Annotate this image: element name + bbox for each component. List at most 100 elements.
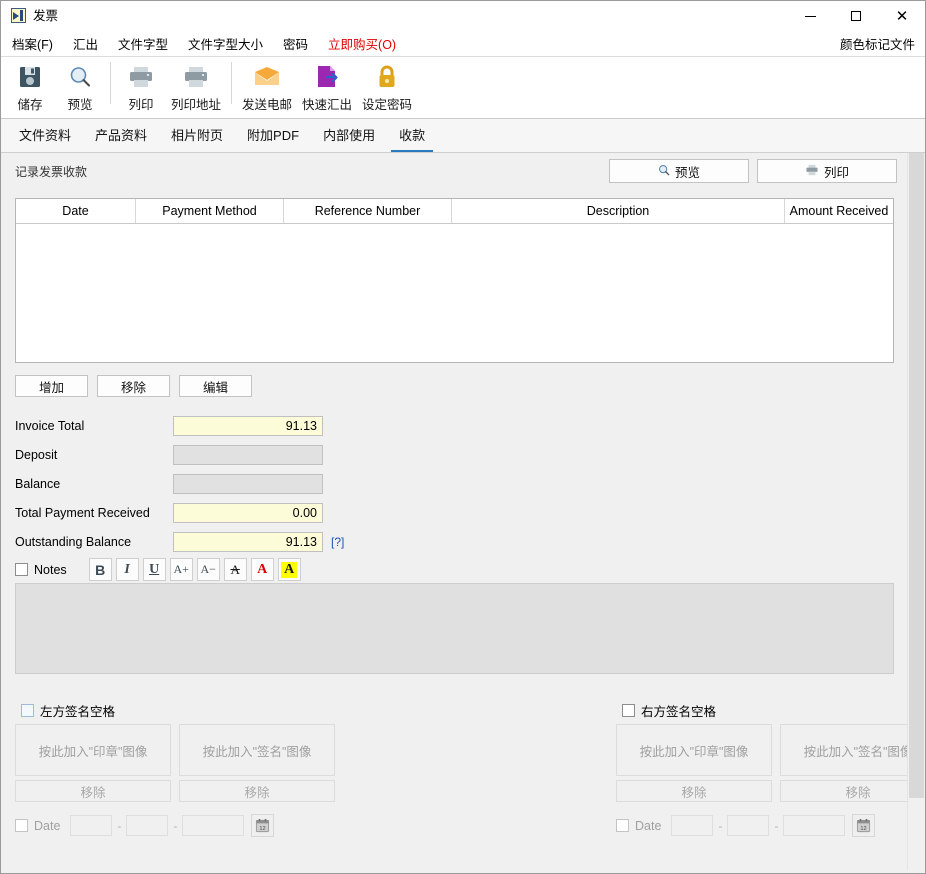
highlight-color-glyph: A	[281, 561, 298, 578]
right-date-checkbox[interactable]	[616, 819, 629, 832]
left-signature-checkbox[interactable]	[21, 703, 34, 717]
edit-payment-button[interactable]: 编辑	[179, 375, 252, 397]
toolbar: 储存 预览 列印 列印地址 发送电邮 快速汇出 设定密码	[1, 57, 925, 119]
left-sign-remove-button[interactable]: 移除	[179, 780, 335, 802]
bold-icon[interactable]: B	[88, 558, 112, 581]
left-date-part-3[interactable]	[182, 815, 245, 836]
tab-photo-attachment[interactable]: 相片附页	[159, 119, 235, 152]
right-sign-remove-button[interactable]: 移除	[780, 780, 925, 802]
underline-icon[interactable]: U	[142, 558, 166, 581]
payments-header-buttons: 预览 列印	[609, 159, 897, 183]
preview-button[interactable]: 预览	[609, 159, 749, 183]
add-payment-label: 增加	[38, 380, 64, 395]
column-header-description[interactable]: Description	[452, 199, 785, 223]
right-stamp-dropzone[interactable]: 按此加入"印章"图像	[616, 724, 772, 776]
font-color-glyph: A	[257, 561, 268, 577]
payments-pane: 记录发票收款 预览 列印 Date Payment Method Referen…	[1, 153, 925, 870]
maximize-button[interactable]	[833, 1, 879, 31]
notes-textarea[interactable]	[15, 583, 894, 674]
vertical-scrollbar[interactable]	[907, 153, 925, 870]
payments-table[interactable]: Date Payment Method Reference Number Des…	[15, 198, 894, 363]
left-date-part-1[interactable]	[70, 815, 113, 836]
strikethrough-icon[interactable]: A	[223, 558, 247, 581]
toolbar-print-address-button[interactable]: 列印地址	[166, 57, 226, 114]
toolbar-set-password-button[interactable]: 设定密码	[357, 57, 417, 114]
left-stamp-column: 按此加入"印章"图像 移除	[15, 724, 171, 802]
menu-document-font-size[interactable]: 文件字型大小	[179, 31, 272, 56]
column-header-amount-received[interactable]: Amount Received	[785, 199, 893, 223]
column-header-payment-method[interactable]: Payment Method	[136, 199, 284, 223]
font-color-icon[interactable]: A	[250, 558, 274, 581]
left-date-part-2[interactable]	[126, 815, 169, 836]
bold-glyph: B	[95, 561, 106, 578]
highlight-color-icon[interactable]: A	[277, 558, 301, 581]
left-date-checkbox[interactable]	[15, 819, 28, 832]
right-date-label: Date	[635, 818, 662, 833]
tab-document-info[interactable]: 文件资料	[7, 119, 83, 152]
menu-document-font[interactable]: 文件字型	[109, 31, 177, 56]
menu-buy-now-label: 立即购买(O)	[328, 38, 397, 52]
field-row-balance: Balance	[15, 469, 344, 498]
toolbar-separator-2	[231, 62, 232, 104]
outstanding-balance-input[interactable]: 91.13	[173, 531, 323, 552]
notes-checkbox[interactable]	[15, 563, 28, 576]
tab-product-info-label: 产品资料	[95, 128, 148, 143]
left-signature-block: 左方签名空格 按此加入"印章"图像 移除 按此加入"签名"图像 移除 Date	[15, 701, 335, 837]
toolbar-preview-label: 预览	[67, 98, 93, 112]
toolbar-print-button[interactable]: 列印	[116, 57, 166, 114]
right-sign-dropzone[interactable]: 按此加入"签名"图像	[780, 724, 925, 776]
column-header-reference-number[interactable]: Reference Number	[284, 199, 452, 223]
left-sign-dropzone[interactable]: 按此加入"签名"图像	[179, 724, 335, 776]
left-stamp-dropzone[interactable]: 按此加入"印章"图像	[15, 724, 171, 776]
right-date-part-3[interactable]	[783, 815, 846, 836]
left-date-separator-2: -	[173, 818, 178, 833]
menu-file[interactable]: 档案(F)	[3, 31, 62, 56]
tab-internal-use-label: 内部使用	[323, 128, 376, 143]
right-signature-checkbox[interactable]	[622, 703, 635, 717]
add-payment-button[interactable]: 增加	[15, 375, 88, 397]
toolbar-separator-1	[110, 62, 111, 104]
tab-internal-use[interactable]: 内部使用	[311, 119, 387, 152]
menu-export[interactable]: 汇出	[64, 31, 107, 56]
tab-attach-pdf[interactable]: 附加PDF	[235, 119, 311, 152]
tab-payments-label: 收款	[399, 128, 426, 143]
total-payment-received-input[interactable]: 0.00	[173, 502, 323, 523]
minimize-button[interactable]	[787, 1, 833, 31]
menu-buy-now[interactable]: 立即购买(O)	[319, 31, 405, 56]
invoice-total-input[interactable]: 91.13	[173, 415, 323, 436]
print-button[interactable]: 列印	[757, 159, 897, 183]
right-date-part-2[interactable]	[727, 815, 770, 836]
svg-text:12: 12	[260, 826, 266, 832]
magnifier-icon	[67, 62, 93, 92]
field-row-outstanding-balance: Outstanding Balance 91.13 [?]	[15, 527, 344, 556]
left-stamp-remove-button[interactable]: 移除	[15, 780, 171, 802]
right-stamp-remove-button[interactable]: 移除	[616, 780, 772, 802]
close-button[interactable]: ✕	[879, 1, 925, 31]
outstanding-balance-help-link[interactable]: [?]	[331, 535, 344, 549]
tab-product-info[interactable]: 产品资料	[83, 119, 159, 152]
right-calendar-icon[interactable]: 12	[852, 814, 876, 837]
left-date-row: Date - - 12	[15, 814, 335, 837]
left-calendar-icon[interactable]: 12	[251, 814, 275, 837]
vertical-scrollbar-thumb[interactable]	[909, 153, 924, 798]
toolbar-save-button[interactable]: 储存	[5, 57, 55, 114]
decrease-font-size-icon[interactable]: A−	[196, 558, 220, 581]
column-header-date[interactable]: Date	[16, 199, 136, 223]
payments-table-body[interactable]	[16, 224, 893, 362]
outstanding-balance-label: Outstanding Balance	[15, 534, 132, 549]
toolbar-preview-button[interactable]: 预览	[55, 57, 105, 114]
remove-payment-button[interactable]: 移除	[97, 375, 170, 397]
tab-payments[interactable]: 收款	[387, 119, 437, 152]
toolbar-quick-export-button[interactable]: 快速汇出	[297, 57, 357, 114]
preview-button-label: 预览	[674, 165, 700, 180]
payments-section-header: 记录发票收款 预览 列印	[1, 153, 909, 189]
payments-row-buttons: 增加 移除 编辑	[15, 375, 252, 397]
toolbar-print-address-label: 列印地址	[170, 98, 221, 112]
toolbar-save-label: 储存	[17, 98, 43, 112]
italic-icon[interactable]: I	[115, 558, 139, 581]
toolbar-send-email-button[interactable]: 发送电邮	[237, 57, 297, 114]
menu-password[interactable]: 密码	[274, 31, 317, 56]
increase-font-size-icon[interactable]: A+	[169, 558, 193, 581]
menu-document-font-size-label: 文件字型大小	[188, 38, 264, 52]
right-date-part-1[interactable]	[671, 815, 714, 836]
